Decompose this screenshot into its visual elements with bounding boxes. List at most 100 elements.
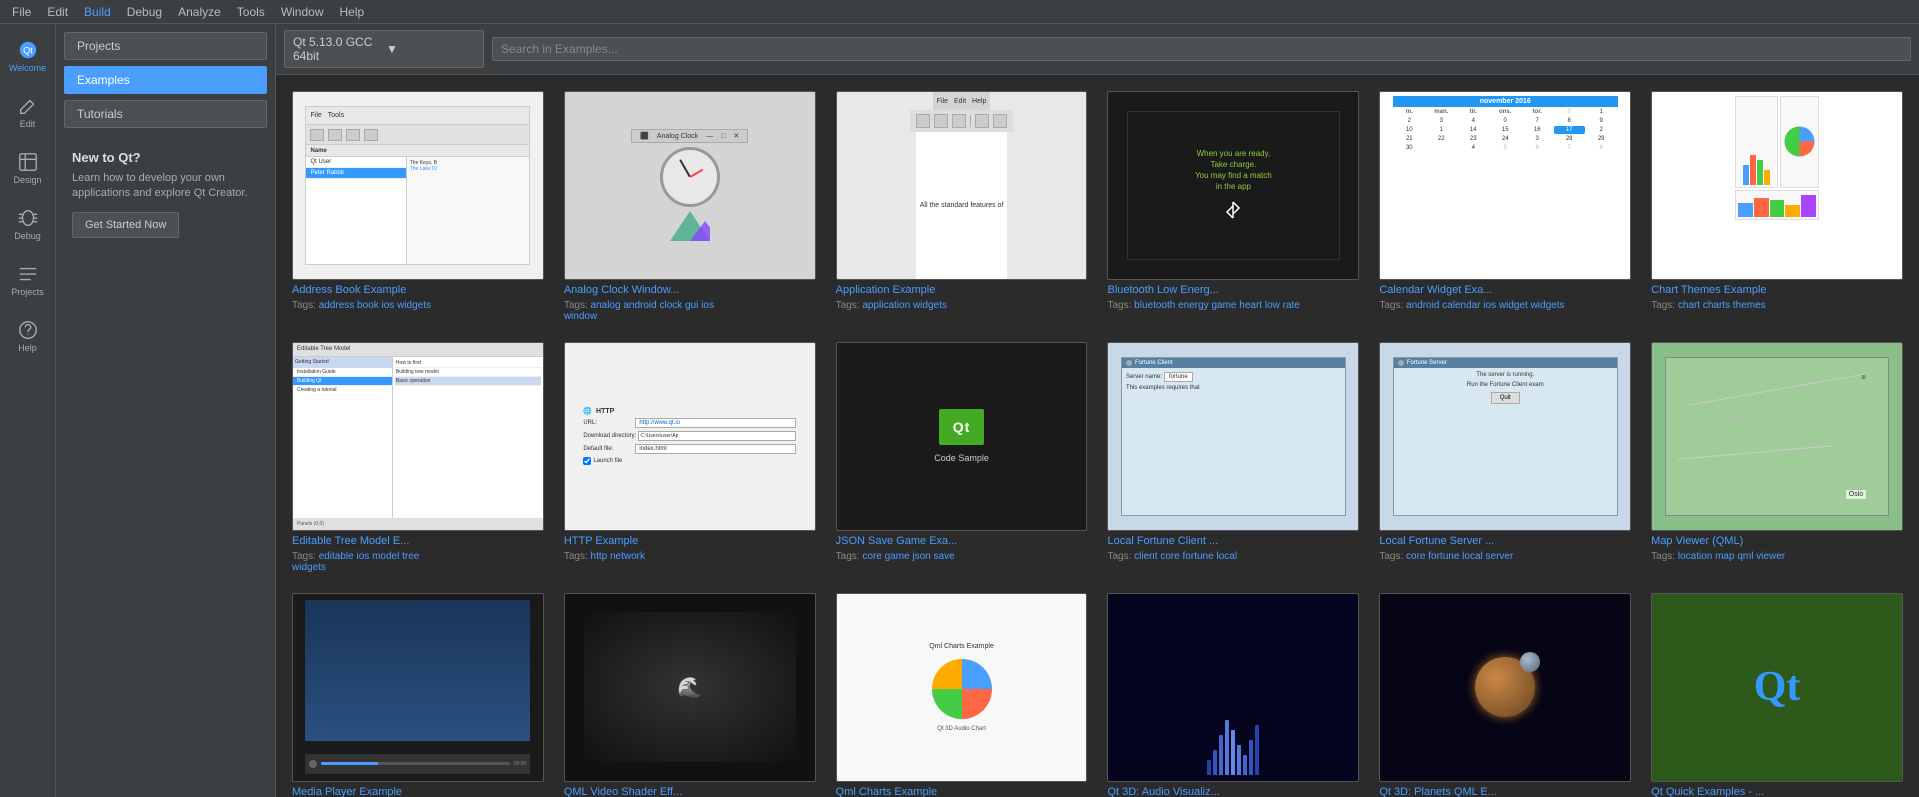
- sidebar-label-help: Help: [18, 343, 37, 353]
- sidebar-item-design[interactable]: Design: [4, 140, 52, 196]
- example-thumbnail[interactable]: FileEditHelp All the standard features o…: [836, 91, 1088, 280]
- list-item: Qt 3D: Audio Visualiz... Tags: audio qt3…: [1107, 593, 1359, 797]
- example-thumbnail[interactable]: Fortune Server The server is running. Ru…: [1379, 342, 1631, 531]
- list-item: 🌊 QML Video Shader Eff... Tags: android …: [564, 593, 816, 797]
- examples-button[interactable]: Examples: [64, 66, 267, 94]
- sidebar-label-design: Design: [13, 175, 41, 185]
- example-name[interactable]: Qt 3D: Audio Visualiz...: [1107, 786, 1359, 797]
- example-thumbnail[interactable]: [1107, 593, 1359, 782]
- example-tags: Tags: bluetooth energy game heart low ra…: [1107, 300, 1359, 311]
- example-tags: Tags: analog android clock gui ios windo…: [564, 300, 816, 322]
- list-item: Qt 3D: Planets QML E... Tags: planets qm…: [1379, 593, 1631, 797]
- list-item: Fortune Server The server is running. Ru…: [1379, 342, 1631, 573]
- chevron-down-icon: ▼: [386, 42, 475, 56]
- list-item: Editable Tree Model Getting Started Inst…: [292, 342, 544, 573]
- get-started-button[interactable]: Get Started Now: [72, 212, 179, 238]
- example-tags: Tags: android calendar ios widget widget…: [1379, 300, 1631, 311]
- new-to-qt-section: New to Qt? Learn how to develop your own…: [64, 142, 267, 246]
- sidebar-label-projects: Projects: [11, 287, 44, 297]
- list-item: 🌐HTTP URL: http://www.qt.io Download dir…: [564, 342, 816, 573]
- example-name[interactable]: Local Fortune Client ...: [1107, 535, 1359, 547]
- sidebar-item-debug[interactable]: Debug: [4, 196, 52, 252]
- example-name[interactable]: Bluetooth Low Energ...: [1107, 284, 1359, 296]
- menu-analyze[interactable]: Analyze: [170, 3, 229, 21]
- kit-selector[interactable]: Qt 5.13.0 GCC 64bit ▼: [284, 30, 484, 68]
- list-item: FileEditHelp All the standard features o…: [836, 91, 1088, 322]
- example-name[interactable]: QML Video Shader Eff...: [564, 786, 816, 797]
- example-tags: Tags: core fortune local server: [1379, 551, 1631, 562]
- example-thumbnail[interactable]: 🌊: [564, 593, 816, 782]
- left-panel: Projects Examples Tutorials New to Qt? L…: [56, 24, 276, 797]
- example-thumbnail[interactable]: 🌐HTTP URL: http://www.qt.io Download dir…: [564, 342, 816, 531]
- example-name[interactable]: JSON Save Game Exa...: [836, 535, 1088, 547]
- menu-build[interactable]: Build: [76, 3, 119, 21]
- list-item: Qt Code Sample JSON Save Game Exa... Tag…: [836, 342, 1088, 573]
- menu-edit[interactable]: Edit: [39, 3, 76, 21]
- example-name[interactable]: Analog Clock Window...: [564, 284, 816, 296]
- new-to-qt-title: New to Qt?: [72, 150, 259, 165]
- example-tags: Tags: location map qml viewer: [1651, 551, 1903, 562]
- svg-text:Qt: Qt: [23, 46, 33, 56]
- example-thumbnail[interactable]: Qml Charts Example Qt 3D Audio Chart: [836, 593, 1088, 782]
- list-item: FileTools A D E G Name Qt User: [292, 91, 544, 322]
- example-thumbnail[interactable]: Qt: [1651, 593, 1903, 782]
- top-bar: Qt 5.13.0 GCC 64bit ▼: [276, 24, 1919, 75]
- content-area: Qt 5.13.0 GCC 64bit ▼ FileTools A D E G: [276, 24, 1919, 797]
- kit-selector-text: Qt 5.13.0 GCC 64bit: [293, 35, 382, 63]
- sidebar-item-projects[interactable]: Projects: [4, 252, 52, 308]
- example-tags: Tags: http network: [564, 551, 816, 562]
- example-name[interactable]: Qt Quick Examples - ...: [1651, 786, 1903, 797]
- list-item: 00:00 Media Player Example Tags: media m…: [292, 593, 544, 797]
- list-item: Qt Qt Quick Examples - ... Tags: android…: [1651, 593, 1903, 797]
- example-tags: Tags: chart charts themes: [1651, 300, 1903, 311]
- example-name[interactable]: Media Player Example: [292, 786, 544, 797]
- sidebar-item-welcome[interactable]: Qt Welcome: [4, 28, 52, 84]
- example-name[interactable]: Editable Tree Model E...: [292, 535, 544, 547]
- tutorials-button[interactable]: Tutorials: [64, 100, 267, 128]
- example-thumbnail[interactable]: Qt Code Sample: [836, 342, 1088, 531]
- example-name[interactable]: Address Book Example: [292, 284, 544, 296]
- menu-bar: File Edit Build Debug Analyze Tools Wind…: [0, 0, 1919, 24]
- example-name[interactable]: Qt 3D: Planets QML E...: [1379, 786, 1631, 797]
- example-thumbnail[interactable]: Fortune Client Server name: fortune This…: [1107, 342, 1359, 531]
- list-item: Fortune Client Server name: fortune This…: [1107, 342, 1359, 573]
- sidebar-item-edit[interactable]: Edit: [4, 84, 52, 140]
- menu-window[interactable]: Window: [273, 3, 332, 21]
- menu-file[interactable]: File: [4, 3, 39, 21]
- example-name[interactable]: Qml Charts Example: [836, 786, 1088, 797]
- example-thumbnail[interactable]: Editable Tree Model Getting Started Inst…: [292, 342, 544, 531]
- list-item: Chart Themes Example Tags: chart charts …: [1651, 91, 1903, 322]
- example-name[interactable]: Local Fortune Server ...: [1379, 535, 1631, 547]
- example-thumbnail[interactable]: [1379, 593, 1631, 782]
- example-name[interactable]: Calendar Widget Exa...: [1379, 284, 1631, 296]
- example-name[interactable]: Map Viewer (QML): [1651, 535, 1903, 547]
- examples-grid: FileTools A D E G Name Qt User: [276, 75, 1919, 797]
- example-thumbnail[interactable]: Oslo ⊕: [1651, 342, 1903, 531]
- example-thumbnail[interactable]: FileTools A D E G Name Qt User: [292, 91, 544, 280]
- example-name[interactable]: HTTP Example: [564, 535, 816, 547]
- menu-tools[interactable]: Tools: [229, 3, 273, 21]
- example-name[interactable]: Chart Themes Example: [1651, 284, 1903, 296]
- projects-button[interactable]: Projects: [64, 32, 267, 60]
- sidebar-label-edit: Edit: [20, 119, 36, 129]
- list-item: Qml Charts Example Qt 3D Audio Chart Qml…: [836, 593, 1088, 797]
- menu-help[interactable]: Help: [332, 3, 373, 21]
- example-name[interactable]: Application Example: [836, 284, 1088, 296]
- sidebar-item-help[interactable]: Help: [4, 308, 52, 364]
- list-item: Oslo ⊕ Map Viewer (QML) Tags: location m…: [1651, 342, 1903, 573]
- menu-debug[interactable]: Debug: [119, 3, 170, 21]
- example-thumbnail[interactable]: ⬛Analog Clock—□✕: [564, 91, 816, 280]
- sidebar-label-welcome: Welcome: [9, 63, 46, 73]
- example-thumbnail[interactable]: [1651, 91, 1903, 280]
- search-input[interactable]: [492, 37, 1911, 61]
- list-item: ⬛Analog Clock—□✕ Analog Clock Window...: [564, 91, 816, 322]
- example-tags: Tags: address book ios widgets: [292, 300, 544, 311]
- example-thumbnail[interactable]: november 2016 m. man. tir. ons. tor. 0 1…: [1379, 91, 1631, 280]
- example-tags: Tags: core game json save: [836, 551, 1088, 562]
- sidebar-label-debug: Debug: [14, 231, 41, 241]
- example-tags: Tags: application widgets: [836, 300, 1088, 311]
- list-item: november 2016 m. man. tir. ons. tor. 0 1…: [1379, 91, 1631, 322]
- example-thumbnail[interactable]: 00:00: [292, 593, 544, 782]
- list-item: When you are ready,Take charge.You may f…: [1107, 91, 1359, 322]
- example-thumbnail[interactable]: When you are ready,Take charge.You may f…: [1107, 91, 1359, 280]
